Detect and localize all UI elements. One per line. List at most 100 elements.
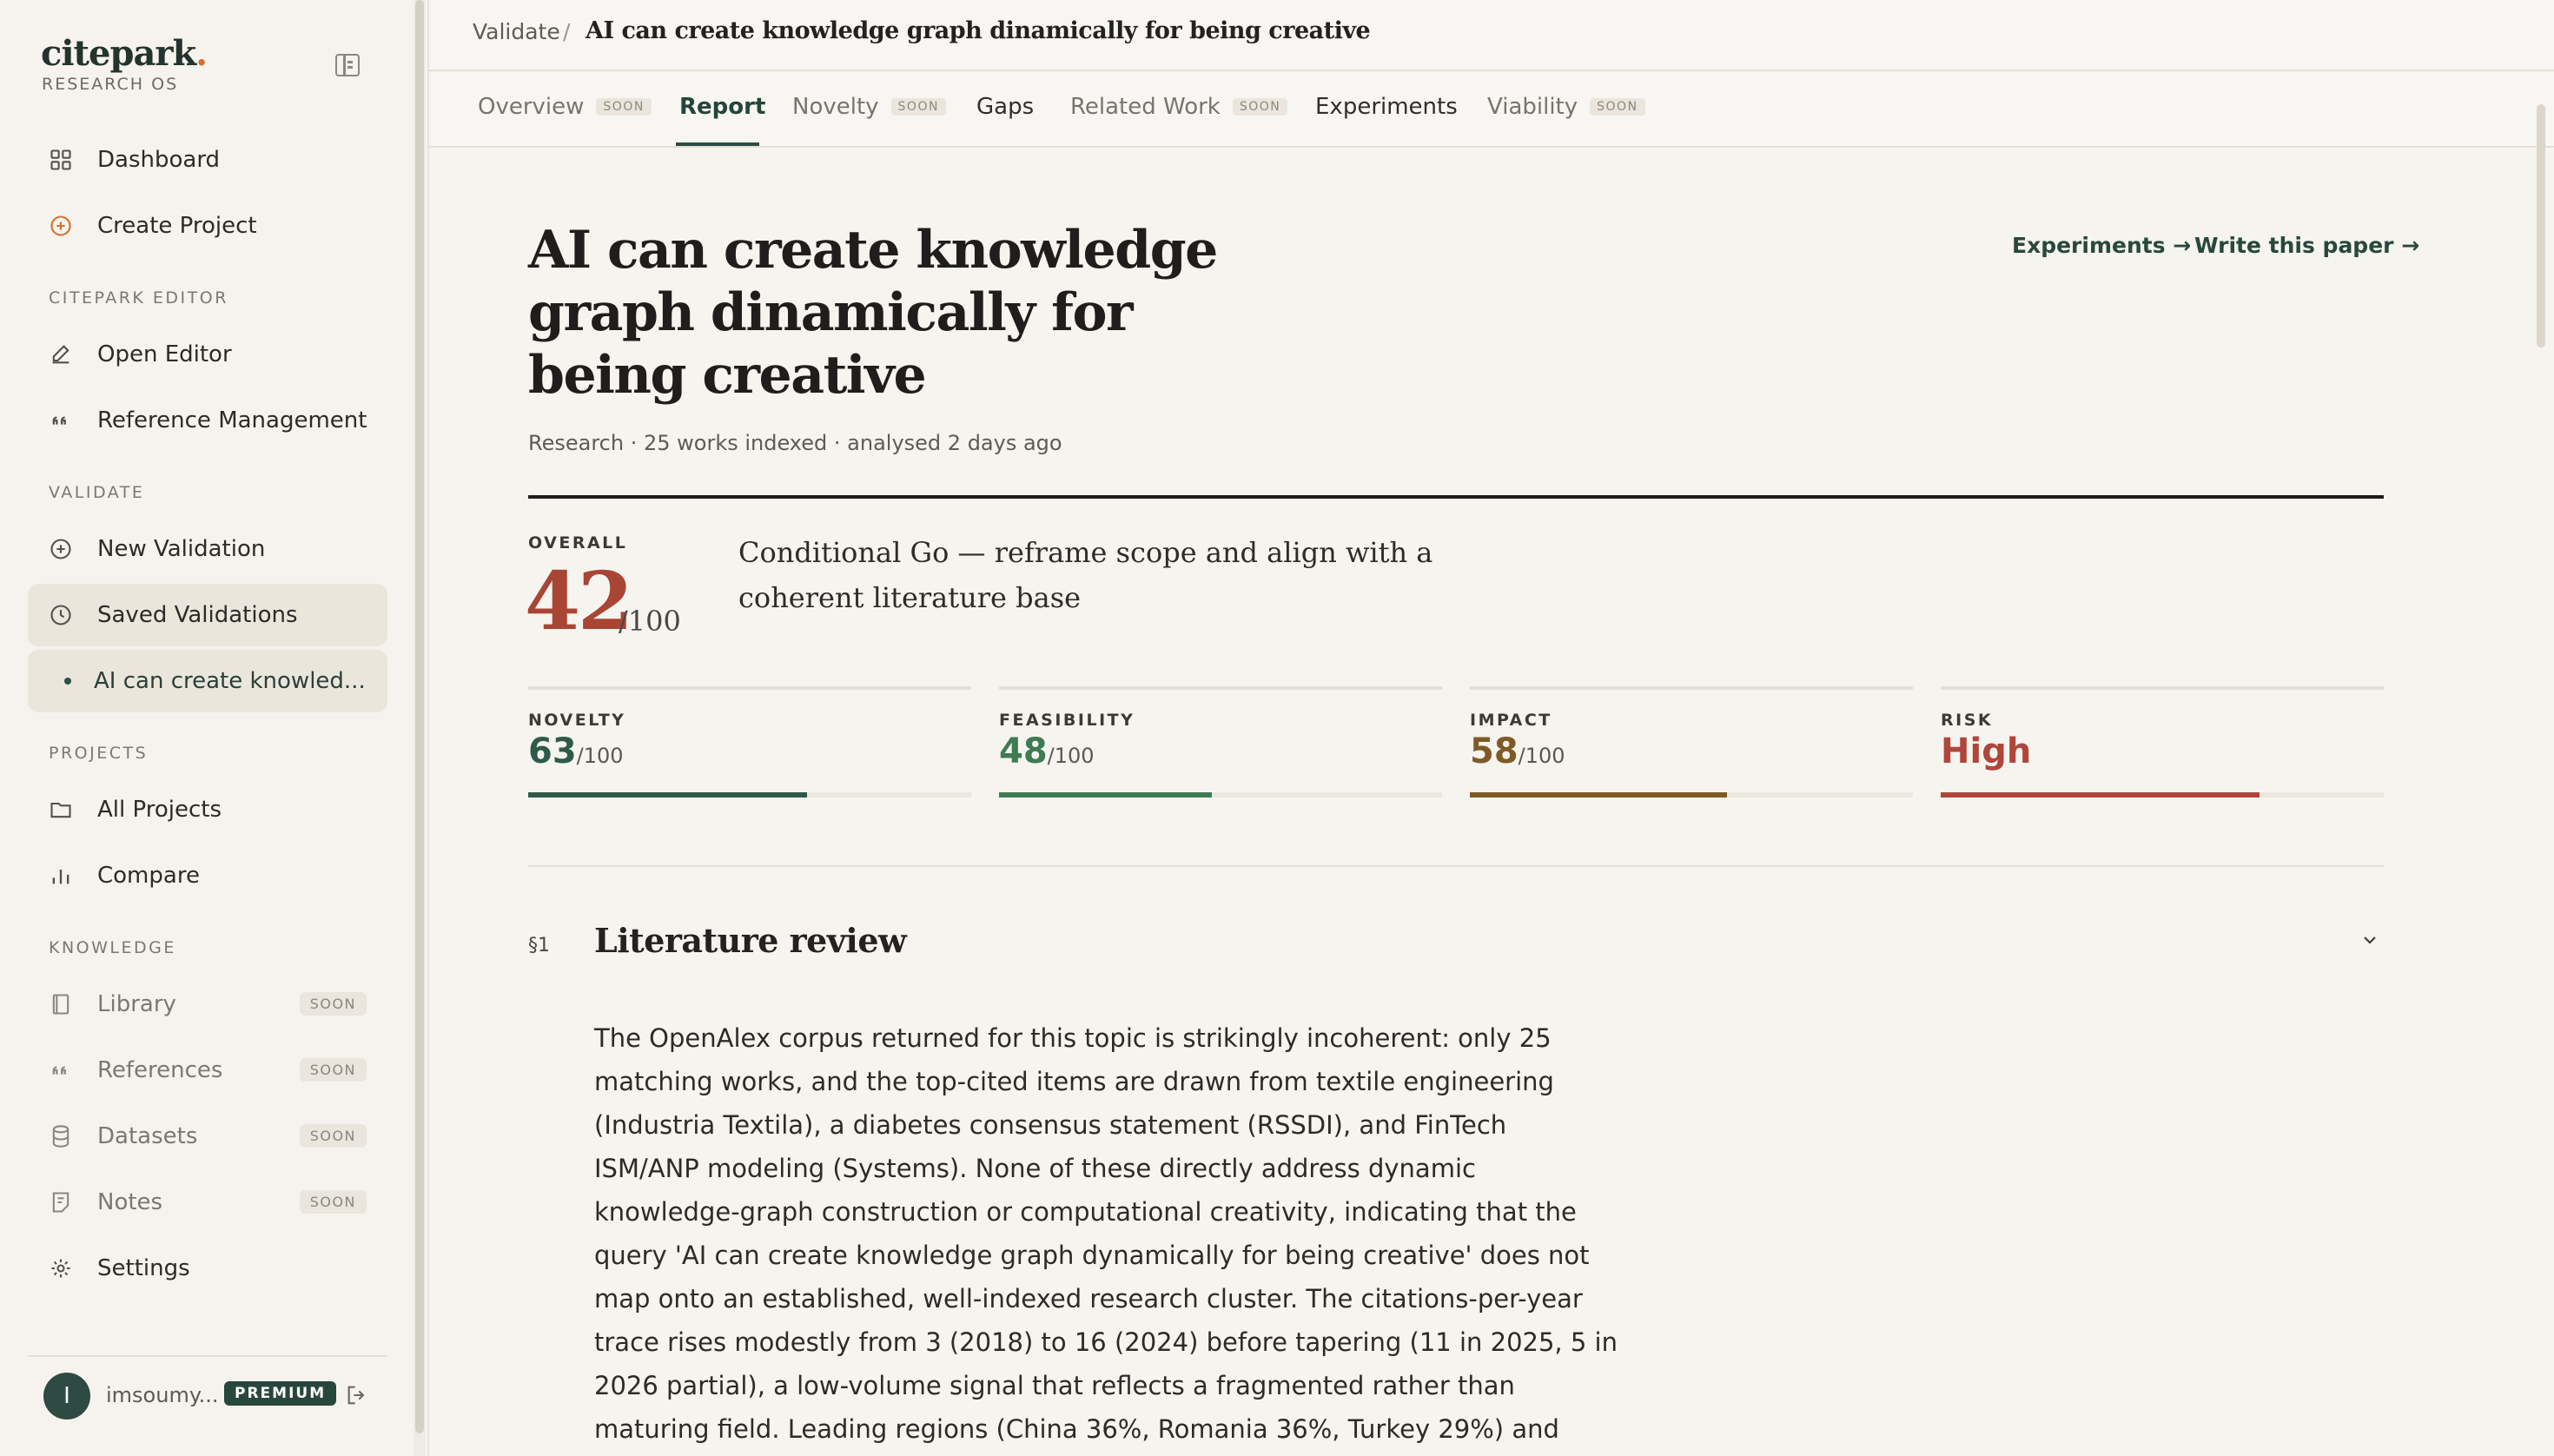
tab-overview[interactable]: Overview SOON [478,94,652,120]
soon-badge: SOON [1232,98,1288,116]
section-number: §1 [528,935,550,956]
avatar[interactable]: I [43,1373,90,1420]
section-title[interactable]: Literature review [594,921,907,960]
metric-value: 48/100 [999,731,1095,771]
tab-viability[interactable]: Viability SOON [1487,94,1645,120]
tab-bar: Overview SOON Report Novelty SOON Gaps Rel… [429,73,2554,148]
metric-top-rule [999,686,1442,690]
sidebar-item-all-projects[interactable]: All Projects [28,778,387,841]
divider [528,865,2384,867]
sidebar-item-label: Reference Management [97,407,367,433]
soon-badge: SOON [890,98,946,116]
plus-circle-icon [49,214,73,238]
dot-icon [64,678,71,685]
tab-report[interactable]: Report [679,94,765,120]
soon-badge: SOON [1590,98,1645,116]
sidebar-item-label: Open Editor [97,341,232,367]
sidebar-item-label: Create Project [97,213,257,239]
tab-related-work[interactable]: Related Work SOON [1070,94,1288,120]
metric-value: High [1941,731,2032,771]
sidebar-item-references[interactable]: References SOON [28,1039,387,1102]
logo[interactable]: citepark. [41,33,208,74]
username[interactable]: imsoumy... [106,1383,219,1407]
section-label-validate: VALIDATE [49,483,145,502]
sidebar-item-label: Notes [97,1189,163,1215]
note-icon [49,1190,73,1214]
sidebar-item-new-validation[interactable]: New Validation [28,518,387,580]
logo-subtitle: RESEARCH OS [42,75,179,94]
quote-icon [49,1058,73,1082]
metric-impact: IMPACT 58/100 [1470,686,1913,799]
sidebar-item-label: Settings [97,1255,190,1281]
breadcrumb-separator: / [563,19,571,44]
tab-novelty[interactable]: Novelty SOON [792,94,946,120]
metric-top-rule [1470,686,1913,690]
sidebar-item-notes[interactable]: Notes SOON [28,1171,387,1234]
write-paper-link[interactable]: Write this paper → [2194,233,2419,258]
metric-value: 58/100 [1470,731,1565,771]
database-icon [49,1124,73,1148]
experiments-link[interactable]: Experiments → [2012,233,2191,258]
sidebar-collapse-icon[interactable] [335,54,360,76]
soon-badge: SOON [596,98,652,116]
sidebar-item-label: New Validation [97,536,266,562]
sidebar-item-compare[interactable]: Compare [28,844,387,907]
divider [427,0,429,1456]
sidebar-item-datasets[interactable]: Datasets SOON [28,1105,387,1168]
pen-icon [49,342,73,367]
metric-feasibility: FEASIBILITY 48/100 [999,686,1442,799]
metric-progress-track [999,792,1442,797]
tab-experiments[interactable]: Experiments [1315,94,1458,120]
sidebar-subitem-current-validation[interactable]: AI can create knowled... [28,650,387,712]
bar-chart-icon [49,864,73,888]
metric-progress-fill [999,792,1212,797]
quote-icon [49,408,73,433]
sidebar-item-open-editor[interactable]: Open Editor [28,323,387,386]
sidebar-item-saved-validations[interactable]: Saved Validations [28,584,387,646]
metric-label: IMPACT [1470,711,1552,730]
metric-value: 63/100 [528,731,624,771]
metric-progress-fill [1941,792,2260,797]
metric-progress-track [1941,792,2384,797]
section-body: The OpenAlex corpus returned for this to… [594,1023,1618,1444]
sidebar-item-label: Saved Validations [97,602,298,628]
sidebar-scrollbar-thumb[interactable] [415,0,424,1433]
soon-badge: SOON [299,1124,367,1148]
metric-novelty: NOVELTY 63/100 [528,686,971,799]
logout-icon[interactable] [344,1383,370,1407]
soon-badge: SOON [299,1190,367,1214]
sidebar-item-label: Dashboard [97,147,221,173]
divider [528,495,2384,499]
metric-top-rule [528,686,971,690]
grid-icon [49,148,73,172]
sidebar-item-create-project[interactable]: Create Project [28,195,387,257]
breadcrumb-current: AI can create knowledge graph dinamicall… [586,17,1371,44]
tab-gaps[interactable]: Gaps [976,94,1034,120]
metric-label: FEASIBILITY [999,711,1135,730]
clock-icon [49,603,73,627]
soon-badge: SOON [299,1058,367,1082]
sidebar-divider [28,1355,387,1357]
main-scrollbar-thumb[interactable] [2537,104,2545,347]
sidebar-item-settings[interactable]: Settings [28,1237,387,1300]
breadcrumb-validate-link[interactable]: Validate [473,19,560,44]
metric-risk: RISK High [1941,686,2384,799]
overall-score: 42 [525,554,633,648]
sidebar-item-label: Datasets [97,1123,198,1149]
metric-progress-track [1470,792,1913,797]
sidebar-item-label: AI can create knowled... [94,668,366,694]
gear-icon [49,1256,73,1281]
sidebar-item-dashboard[interactable]: Dashboard [28,129,387,191]
sidebar-item-label: Library [97,991,176,1017]
sidebar: citepark. RESEARCH OS Dashboard Create P… [0,0,414,1456]
sidebar-item-library[interactable]: Library SOON [28,973,387,1036]
overall-max: /100 [619,605,681,638]
sidebar-item-reference-management[interactable]: Reference Management [28,389,387,452]
page-title: AI can create knowledge graph dinamicall… [528,220,1218,406]
active-tab-indicator [676,142,759,146]
metric-label: NOVELTY [528,711,626,730]
report-meta: Research · 25 works indexed · analysed 2… [528,431,1062,455]
chevron-down-icon[interactable] [2359,930,2380,950]
metric-top-rule [1941,686,2384,690]
section-label-editor: CITEPARK EDITOR [49,288,228,308]
